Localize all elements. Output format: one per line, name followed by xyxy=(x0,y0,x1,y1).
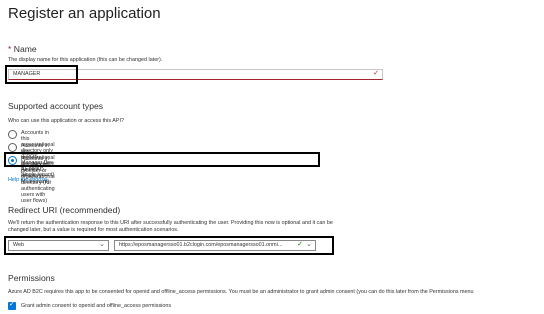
name-label: * Name xyxy=(8,44,37,54)
more-options-button[interactable]: ··· xyxy=(136,7,149,18)
radio-button[interactable] xyxy=(8,143,17,152)
redirect-uri-heading: Redirect URI (recommended) xyxy=(8,205,121,215)
redirect-description-line2: changed later, but a value is required f… xyxy=(8,227,179,233)
redirect-description-line1: We'll return the authentication response… xyxy=(8,220,333,226)
highlight-box-account-type xyxy=(4,152,320,167)
checkmark-icon: ✓ xyxy=(9,301,15,308)
help-me-choose-link[interactable]: Help me choose... xyxy=(8,177,51,183)
name-description: The display name for this application (t… xyxy=(8,57,163,63)
account-types-heading: Supported account types xyxy=(8,101,104,111)
grant-admin-consent-label: Grant admin consent to openid and offlin… xyxy=(21,303,172,309)
radio-button[interactable] xyxy=(8,130,17,139)
account-types-question: Who can use this application or access t… xyxy=(8,118,124,124)
permissions-heading: Permissions xyxy=(8,273,55,283)
valid-check-icon: ✓ xyxy=(373,70,379,77)
required-marker: * xyxy=(8,44,12,54)
highlight-box-redirect xyxy=(4,236,334,255)
highlight-box-name xyxy=(5,65,78,84)
permissions-description: Azure AD B2C requires this app to be con… xyxy=(8,289,474,295)
grant-admin-consent-checkbox[interactable]: ✓ xyxy=(8,301,16,310)
